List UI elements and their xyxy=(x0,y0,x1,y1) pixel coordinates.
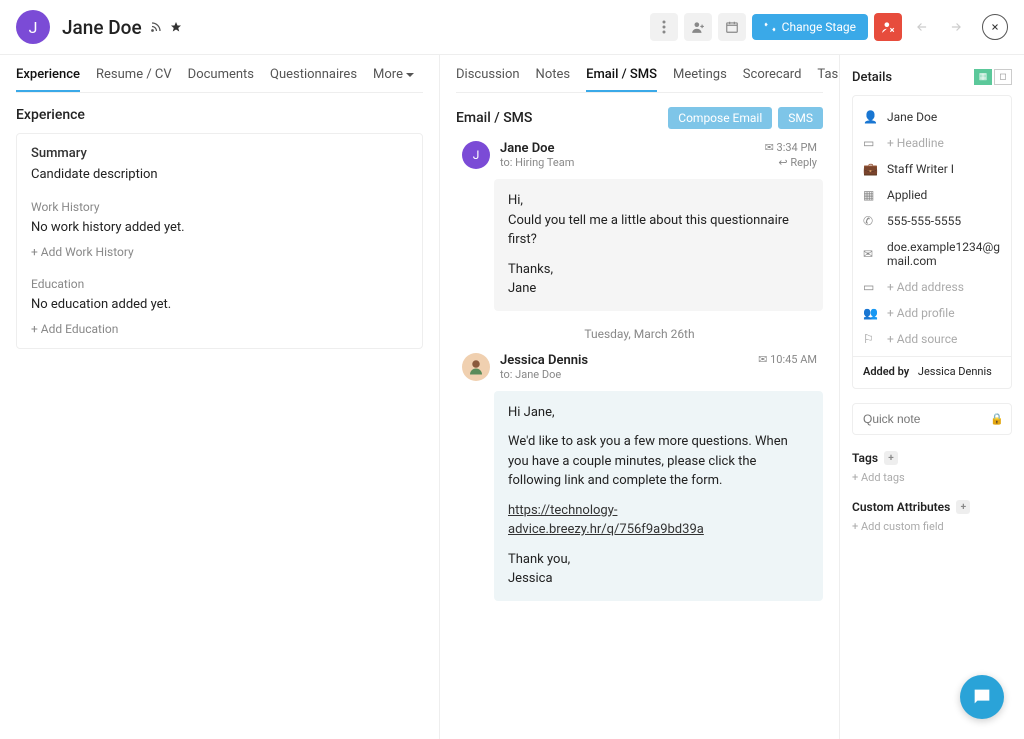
tab-resume[interactable]: Resume / CV xyxy=(96,67,172,92)
tab-email-sms[interactable]: Email / SMS xyxy=(586,67,657,92)
questionnaire-link[interactable]: https://technology-advice.breezy.hr/q/75… xyxy=(508,503,704,538)
compose-email-button[interactable]: Compose Email xyxy=(668,107,772,129)
middle-column: Discussion Notes Email / SMS Meetings Sc… xyxy=(440,55,840,739)
add-headline[interactable]: + Headline xyxy=(887,136,944,150)
change-stage-button[interactable]: Change Stage xyxy=(752,14,868,40)
message-block: J Jane Doe to: Hiring Team ✉ 3:34 PM ↩ R… xyxy=(456,141,823,169)
lock-icon: 🔒 xyxy=(990,413,1004,426)
person-icon: 👤 xyxy=(863,110,877,124)
tab-discussion[interactable]: Discussion xyxy=(456,67,520,92)
add-tags-link[interactable]: + Add tags xyxy=(852,471,1012,484)
reply-link[interactable]: ↩ Reply xyxy=(765,156,817,169)
message-body: Hi Jane, We'd like to ask you a few more… xyxy=(494,391,823,601)
experience-title: Experience xyxy=(16,107,423,123)
sender-avatar: J xyxy=(462,141,490,169)
right-column: Details ▦ ◻ 👤 Jane Doe ▭ + Headline 💼 Staff… xyxy=(840,55,1024,739)
tab-documents[interactable]: Documents xyxy=(188,67,254,92)
tab-more[interactable]: More xyxy=(373,67,414,92)
view-toggle-expand[interactable]: ◻ xyxy=(994,69,1012,85)
add-education-link[interactable]: + Add Education xyxy=(31,322,408,336)
sender-avatar xyxy=(462,353,490,381)
profile-icon: 👥 xyxy=(863,306,877,320)
user-add-button[interactable] xyxy=(684,13,712,41)
header: J Jane Doe Change Stage xyxy=(0,0,1024,55)
change-stage-label: Change Stage xyxy=(782,20,856,34)
reject-button[interactable] xyxy=(874,13,902,41)
experience-card: Summary Candidate description Work Histo… xyxy=(16,133,423,349)
detail-status: Applied xyxy=(887,188,927,202)
source-icon: ⚐ xyxy=(863,332,877,346)
add-profile[interactable]: + Add profile xyxy=(887,306,955,320)
add-address[interactable]: + Add address xyxy=(887,280,964,294)
more-menu-button[interactable] xyxy=(650,13,678,41)
left-column: Experience Resume / CV Documents Questio… xyxy=(0,55,440,739)
work-history-text: No work history added yet. xyxy=(31,220,408,235)
calendar-icon: ▦ xyxy=(863,188,877,202)
candidate-avatar: J xyxy=(16,10,50,44)
added-by: Added by Jessica Dennis xyxy=(853,356,1011,380)
add-attr-button[interactable]: + xyxy=(956,500,970,514)
message-body: Hi,Could you tell me a little about this… xyxy=(494,179,823,311)
envelope-icon: ✉ xyxy=(765,141,774,154)
details-list: 👤 Jane Doe ▭ + Headline 💼 Staff Writer I ▦ A… xyxy=(852,95,1012,389)
address-icon: ▭ xyxy=(863,280,877,294)
tags-label: Tags xyxy=(852,451,878,465)
calendar-button[interactable] xyxy=(718,13,746,41)
left-tabs: Experience Resume / CV Documents Questio… xyxy=(16,55,423,93)
tab-notes[interactable]: Notes xyxy=(536,67,571,92)
message-time: 3:34 PM xyxy=(777,141,817,154)
summary-label: Summary xyxy=(31,146,408,161)
add-source[interactable]: + Add source xyxy=(887,332,957,346)
details-title: Details xyxy=(852,70,892,85)
chat-fab[interactable] xyxy=(960,675,1004,719)
quick-note-input[interactable] xyxy=(852,403,1012,435)
detail-name: Jane Doe xyxy=(887,110,937,124)
briefcase-icon: 💼 xyxy=(863,162,877,176)
rss-icon[interactable] xyxy=(150,21,162,33)
candidate-name: Jane Doe xyxy=(62,16,142,39)
close-button[interactable] xyxy=(982,14,1008,40)
email-sms-title: Email / SMS xyxy=(456,110,532,126)
message-to: to: Jane Doe xyxy=(500,368,588,381)
message-block: Jessica Dennis to: Jane Doe ✉ 10:45 AM xyxy=(456,353,823,381)
next-button[interactable] xyxy=(942,13,970,41)
message-to: to: Hiring Team xyxy=(500,156,574,169)
envelope-icon: ✉ xyxy=(758,353,767,366)
phone-icon: ✆ xyxy=(863,214,877,228)
message-from: Jane Doe xyxy=(500,141,574,156)
star-icon[interactable] xyxy=(170,21,182,33)
tab-scorecard[interactable]: Scorecard xyxy=(743,67,802,92)
summary-text: Candidate description xyxy=(31,167,408,182)
tab-meetings[interactable]: Meetings xyxy=(673,67,727,92)
detail-phone: 555-555-5555 xyxy=(887,214,961,228)
detail-email: doe.example1234@gmail.com xyxy=(887,240,1001,268)
add-custom-field-link[interactable]: + Add custom field xyxy=(852,520,1012,533)
work-history-label: Work History xyxy=(31,200,408,214)
view-toggle-compact[interactable]: ▦ xyxy=(974,69,992,85)
tab-experience[interactable]: Experience xyxy=(16,67,80,92)
message-from: Jessica Dennis xyxy=(500,353,588,368)
tab-tasks[interactable]: Tasks xyxy=(817,67,840,92)
custom-attrs-label: Custom Attributes xyxy=(852,500,950,514)
tab-questionnaires[interactable]: Questionnaires xyxy=(270,67,357,92)
add-work-history-link[interactable]: + Add Work History xyxy=(31,245,408,259)
message-time: 10:45 AM xyxy=(770,353,817,366)
email-icon: ✉ xyxy=(863,247,877,261)
education-text: No education added yet. xyxy=(31,297,408,312)
mid-tabs: Discussion Notes Email / SMS Meetings Sc… xyxy=(456,55,823,93)
add-tag-button[interactable]: + xyxy=(884,451,898,465)
detail-position: Staff Writer I xyxy=(887,162,954,176)
sms-button[interactable]: SMS xyxy=(778,107,823,129)
date-separator: Tuesday, March 26th xyxy=(456,327,823,341)
headline-icon: ▭ xyxy=(863,136,877,150)
prev-button[interactable] xyxy=(908,13,936,41)
education-label: Education xyxy=(31,277,408,291)
